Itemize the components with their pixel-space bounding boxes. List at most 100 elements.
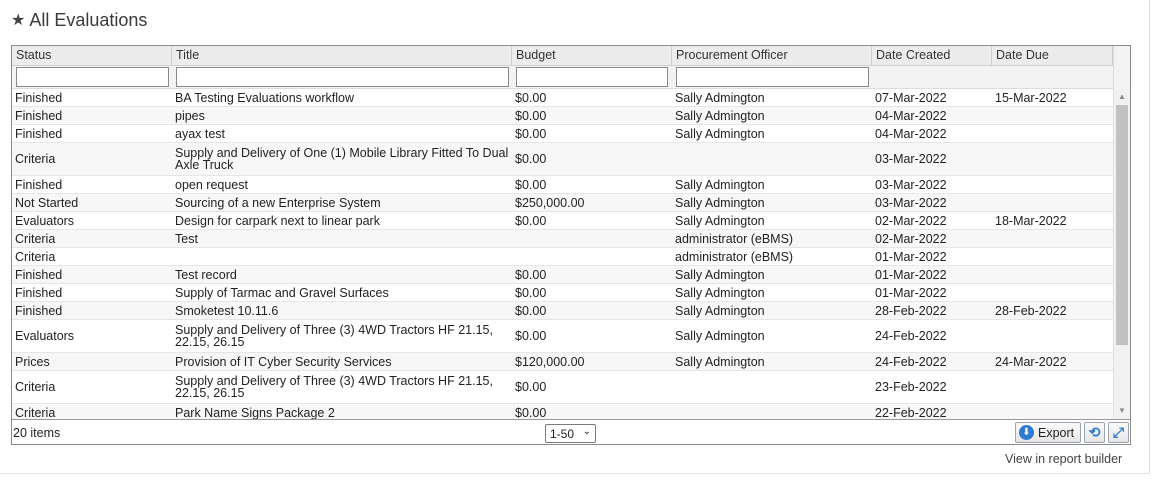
title-cell: Supply and Delivery of One (1) Mobile Li… (175, 146, 509, 172)
status-cell: Evaluators (15, 213, 75, 228)
table-row[interactable]: Criteria administrator (eBMS) 01-Mar-2022 (12, 248, 1113, 266)
title-cell: BA Testing Evaluations workflow (175, 90, 355, 105)
column-header-date-due[interactable]: Date Due (992, 46, 1113, 66)
page-title: ★ All Evaluations (11, 8, 147, 32)
table-row[interactable]: Finished Supply of Tarmac and Gravel Surf… (12, 284, 1113, 302)
budget-cell: $0.00 (515, 177, 547, 192)
procurement-officer-filter-input[interactable] (676, 67, 869, 87)
scroll-up-icon[interactable]: ▲ (1114, 89, 1130, 105)
table-row[interactable]: Prices Provision of IT Cyber Security Ser… (12, 353, 1113, 371)
table-row[interactable]: Finished ayax test $0.00 Sally Admington 04-… (12, 125, 1113, 143)
date-created-cell: 28-Feb-2022 (875, 303, 947, 318)
procurement-officer-cell: Sally Admington (675, 329, 765, 343)
title-cell: Test record (175, 267, 237, 282)
budget-cell: $0.00 (515, 126, 547, 141)
fullscreen-button[interactable]: ⤢ (1108, 422, 1129, 443)
title-cell: Supply of Tarmac and Gravel Surfaces (175, 285, 389, 300)
date-created-cell: 23-Feb-2022 (875, 380, 947, 394)
title-cell: Test (175, 231, 198, 246)
header-scroll-spacer (1113, 46, 1130, 89)
export-button[interactable]: ⬇ Export (1015, 422, 1081, 443)
scroll-down-icon[interactable]: ▼ (1114, 403, 1130, 419)
budget-filter-input[interactable] (516, 67, 668, 87)
status-cell: Prices (15, 354, 50, 369)
table-row[interactable]: Criteria Park Name Signs Package 2 $0.00 22… (12, 404, 1113, 419)
table-row[interactable]: Finished Test record $0.00 Sally Admington 0… (12, 266, 1113, 284)
procurement-officer-cell (672, 371, 872, 403)
procurement-officer-cell: administrator (eBMS) (675, 231, 794, 246)
budget-cell: $0.00 (515, 108, 547, 123)
view-in-report-builder-link[interactable]: View in report builder (1005, 452, 1122, 466)
filter-row (12, 66, 1113, 89)
table-row[interactable]: Finished pipes $0.00 Sally Admington 04-Mar-… (12, 107, 1113, 125)
page-size-select[interactable]: 1-50 ⌄ (545, 424, 596, 443)
date-created-cell: 01-Mar-2022 (875, 267, 947, 282)
table-row[interactable]: Criteria Supply and Delivery of Three (3)… (12, 371, 1113, 404)
date-due-cell (992, 320, 1113, 352)
column-header-budget[interactable]: Budget (512, 46, 672, 66)
page-size-value: 1-50 (550, 426, 575, 441)
date-due-cell: 24-Mar-2022 (995, 354, 1067, 369)
date-due-cell: 18-Mar-2022 (995, 213, 1067, 228)
status-filter-input[interactable] (16, 67, 169, 87)
table-row[interactable]: Evaluators Design for carpark next to lin… (12, 212, 1113, 230)
date-created-cell: 22-Feb-2022 (875, 405, 947, 419)
procurement-officer-cell: Sally Admington (675, 126, 765, 141)
budget-cell: $0.00 (515, 380, 547, 394)
date-created-cell: 01-Mar-2022 (875, 285, 947, 300)
date-created-cell: 02-Mar-2022 (875, 213, 947, 228)
date-created-cell: 04-Mar-2022 (875, 126, 947, 141)
table-row[interactable]: Criteria Supply and Delivery of One (1) M… (12, 143, 1113, 176)
status-cell: Finished (15, 285, 63, 300)
budget-cell: $0.00 (515, 303, 547, 318)
status-cell: Criteria (15, 231, 56, 246)
column-header-title[interactable]: Title (172, 46, 512, 66)
budget-cell (512, 248, 672, 265)
procurement-officer-cell: administrator (eBMS) (675, 249, 794, 264)
date-due-cell (992, 143, 1113, 175)
column-header-procurement-officer[interactable]: Procurement Officer (672, 46, 872, 66)
title-cell: Provision of IT Cyber Security Services (175, 354, 392, 369)
date-due-cell (992, 266, 1113, 283)
date-created-cell: 03-Mar-2022 (875, 195, 947, 210)
budget-cell (512, 230, 672, 247)
budget-cell: $0.00 (515, 405, 547, 419)
procurement-officer-cell (672, 143, 872, 175)
date-created-cell: 07-Mar-2022 (875, 90, 947, 105)
table-row[interactable]: Not Started Sourcing of a new Enterprise … (12, 194, 1113, 212)
table-row[interactable]: Criteria Test administrator (eBMS) 02-Mar-2… (12, 230, 1113, 248)
table-row[interactable]: Evaluators Supply and Delivery of Three (… (12, 320, 1113, 353)
title-filter-input[interactable] (176, 67, 509, 87)
date-created-cell: 04-Mar-2022 (875, 108, 947, 123)
date-due-cell (992, 248, 1113, 265)
table-row[interactable]: Finished Smoketest 10.11.6 $0.00 Sally Admi… (12, 302, 1113, 320)
budget-cell: $0.00 (515, 267, 547, 282)
date-due-cell (992, 107, 1113, 124)
date-due-cell (992, 125, 1113, 142)
status-cell: Not Started (15, 195, 79, 210)
title-cell: Park Name Signs Package 2 (175, 405, 335, 419)
date-due-cell (992, 284, 1113, 301)
title-cell: open request (175, 177, 248, 192)
title-cell: pipes (175, 108, 205, 123)
date-created-cell: 24-Feb-2022 (875, 354, 947, 369)
status-cell: Finished (15, 90, 63, 105)
column-header-date-created[interactable]: Date Created (872, 46, 992, 66)
budget-cell: $0.00 (515, 285, 547, 300)
table-row[interactable]: Finished open request $0.00 Sally Admington… (12, 176, 1113, 194)
date-due-cell (992, 194, 1113, 211)
table-row[interactable]: Finished BA Testing Evaluations workflow $… (12, 89, 1113, 107)
column-header-status[interactable]: Status (12, 46, 172, 66)
title-cell: Smoketest 10.11.6 (175, 303, 279, 318)
refresh-button[interactable]: ⟲ (1084, 422, 1105, 443)
grid-footer: 20 items 1-50 ⌄ ⬇ Export ⟲ ⤢ (12, 419, 1130, 444)
scrollbar-thumb[interactable] (1116, 105, 1128, 345)
date-due-cell (992, 230, 1113, 247)
status-cell: Finished (15, 267, 63, 282)
date-due-cell: 28-Feb-2022 (995, 303, 1067, 318)
vertical-scrollbar[interactable]: ▲ ▼ (1113, 89, 1130, 419)
title-cell: Design for carpark next to linear park (175, 213, 380, 228)
chevron-down-icon: ⌄ (582, 426, 591, 437)
title-cell (172, 248, 512, 265)
date-created-cell: 03-Mar-2022 (875, 152, 947, 166)
